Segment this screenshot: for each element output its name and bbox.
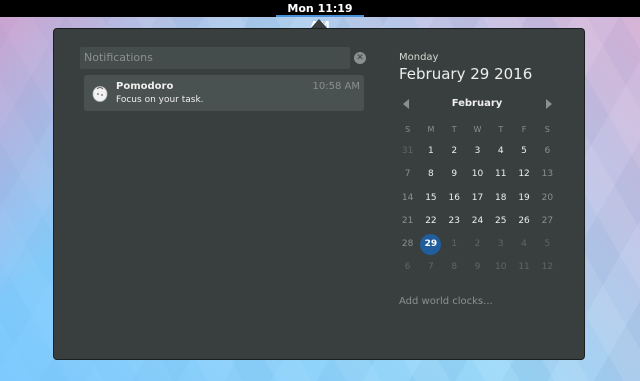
week-row: 31 1 2 3 4 5 6 (396, 140, 559, 163)
calendar-day[interactable]: 6 (396, 256, 419, 279)
calendar-day[interactable]: 4 (512, 233, 535, 256)
calendar-day[interactable]: 8 (443, 256, 466, 279)
calendar-day[interactable]: 14 (396, 187, 419, 210)
calendar-day[interactable]: 12 (536, 256, 559, 279)
calendar-day[interactable]: 17 (466, 187, 489, 210)
calendar-day[interactable]: 26 (512, 210, 535, 233)
week-row: 28 29 1 2 3 4 5 (396, 233, 559, 256)
calendar-day[interactable]: 5 (512, 140, 535, 163)
calendar-day[interactable]: 4 (489, 140, 512, 163)
calendar-day[interactable]: 24 (466, 210, 489, 233)
clock-button[interactable]: Mon 11:19 AM (276, 0, 364, 32)
popover-arrow (311, 19, 327, 28)
calendar-day[interactable]: 25 (489, 210, 512, 233)
day-header: W (473, 125, 482, 134)
day-header: T (451, 125, 457, 134)
day-header: S (544, 125, 550, 134)
day-header: T (498, 125, 504, 134)
notifications-header: Notifications (80, 47, 350, 69)
day-header: S (405, 125, 411, 134)
calendar-day[interactable]: 2 (466, 233, 489, 256)
calendar-day[interactable]: 15 (419, 187, 442, 210)
month-label: February (451, 98, 503, 109)
calendar-day[interactable]: 9 (466, 256, 489, 279)
calendar-day[interactable]: 5 (536, 233, 559, 256)
calendar-day[interactable]: 27 (536, 210, 559, 233)
calendar-popover: Notifications ✕ Pomodoro Focus on your t… (53, 28, 585, 360)
week-row: 6 7 8 9 10 11 12 (396, 256, 559, 279)
calendar-day[interactable]: 22 (419, 210, 442, 233)
week-row: 21 22 23 24 25 26 27 (396, 210, 559, 233)
calendar-day[interactable]: 6 (536, 140, 559, 163)
calendar-day[interactable]: 11 (512, 256, 535, 279)
calendar-day[interactable]: 19 (512, 187, 535, 210)
calendar-day[interactable]: 2 (443, 140, 466, 163)
calendar-day[interactable]: 7 (396, 163, 419, 186)
calendar-grid: S M T W T F S 31 1 2 3 4 5 6 7 8 9 10 11… (396, 120, 559, 280)
calendar-day[interactable]: 11 (489, 163, 512, 186)
day-header-row: S M T W T F S (396, 120, 559, 140)
notification-item[interactable]: Pomodoro Focus on your task. 10:58 AM (84, 75, 364, 111)
calendar-day[interactable]: 9 (443, 163, 466, 186)
previous-month-icon[interactable] (403, 99, 409, 109)
date-label: February 29 2016 (399, 65, 533, 83)
add-world-clocks-link[interactable]: Add world clocks... (399, 296, 493, 307)
calendar-day[interactable]: 1 (419, 140, 442, 163)
calendar-day[interactable]: 3 (489, 233, 512, 256)
calendar-day[interactable]: 28 (396, 233, 419, 256)
calendar-day[interactable]: 16 (443, 187, 466, 210)
notification-body: Focus on your task. (116, 95, 204, 105)
calendar-day[interactable]: 20 (536, 187, 559, 210)
week-row: 7 8 9 10 11 12 13 (396, 163, 559, 186)
calendar-day[interactable]: 1 (443, 233, 466, 256)
calendar-day[interactable]: 10 (489, 256, 512, 279)
day-header: F (521, 125, 527, 134)
calendar-day[interactable]: 23 (443, 210, 466, 233)
notification-time: 10:58 AM (312, 81, 360, 92)
notification-title: Pomodoro (116, 81, 174, 92)
next-month-icon[interactable] (546, 99, 552, 109)
selected-day-label: 29 (424, 239, 438, 250)
calendar-day[interactable]: 3 (466, 140, 489, 163)
pomodoro-icon (92, 84, 108, 102)
calendar-day[interactable]: 31 (396, 140, 419, 163)
top-bar: Mon 11:19 AM (0, 0, 640, 32)
calendar-day[interactable]: 8 (419, 163, 442, 186)
close-circle-icon[interactable]: ✕ (354, 52, 366, 64)
calendar-day-selected[interactable]: 29 (419, 233, 442, 256)
weekday-label: Monday (399, 52, 439, 63)
week-row: 14 15 16 17 18 19 20 (396, 187, 559, 210)
day-header: M (427, 125, 435, 134)
calendar-day[interactable]: 13 (536, 163, 559, 186)
calendar-day[interactable]: 18 (489, 187, 512, 210)
calendar-day[interactable]: 21 (396, 210, 419, 233)
calendar-day[interactable]: 7 (419, 256, 442, 279)
calendar-day[interactable]: 12 (512, 163, 535, 186)
calendar-day[interactable]: 10 (466, 163, 489, 186)
